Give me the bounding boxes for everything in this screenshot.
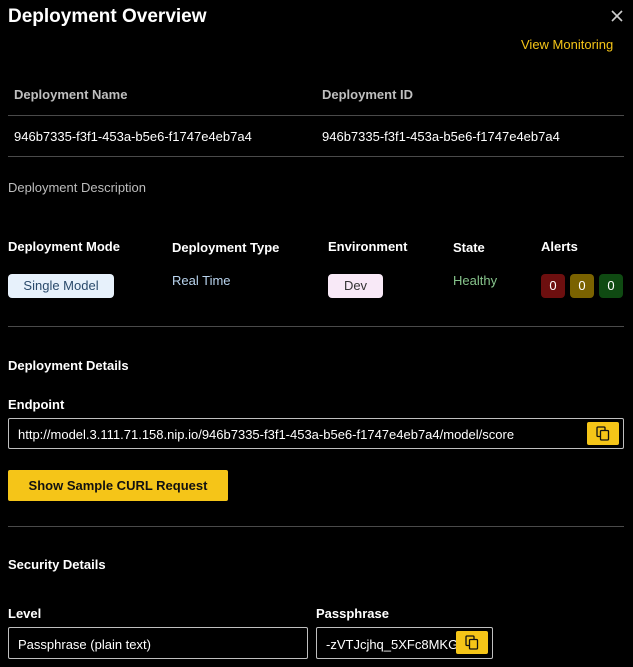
level-label: Level: [8, 606, 42, 621]
deployment-name-header: Deployment Name: [14, 87, 128, 102]
section-divider-2: [8, 526, 624, 527]
state-label: State: [453, 240, 485, 255]
copy-icon: [596, 426, 610, 441]
endpoint-value: http://model.3.111.71.158.nip.io/946b733…: [18, 427, 515, 442]
passphrase-value: -zVTJcjhq_5XFc8MKG: [326, 637, 459, 652]
section-divider: [8, 326, 624, 327]
deployment-type-value: Real Time: [172, 273, 231, 288]
alert-warning-badge[interactable]: 0: [570, 274, 594, 298]
deployment-name-cell: 946b7335-f3f1-453a-b5e6-f1747e4eb7a4: [14, 129, 252, 144]
deployment-id-header: Deployment ID: [322, 87, 414, 102]
deployment-mode-badge: Single Model: [8, 274, 114, 298]
deployment-details-title: Deployment Details: [8, 358, 129, 373]
deployment-type-label: Deployment Type: [172, 240, 280, 255]
deployment-description-label: Deployment Description: [8, 180, 147, 195]
alert-info-badge[interactable]: 0: [599, 274, 623, 298]
alerts-label: Alerts: [541, 239, 578, 254]
environment-label: Environment: [328, 239, 408, 254]
deployment-id-cell: 946b7335-f3f1-453a-b5e6-f1747e4eb7a4: [322, 129, 560, 144]
endpoint-copy-button[interactable]: [587, 422, 619, 445]
show-curl-request-button[interactable]: Show Sample CURL Request: [8, 470, 228, 501]
view-monitoring-link[interactable]: View Monitoring: [521, 37, 613, 52]
alert-critical-badge[interactable]: 0: [541, 274, 565, 298]
passphrase-copy-button[interactable]: [456, 631, 488, 654]
deployment-mode-label: Deployment Mode: [8, 239, 120, 254]
security-details-title: Security Details: [8, 557, 106, 572]
page-title: Deployment Overview: [8, 6, 207, 27]
state-value: Healthy: [453, 273, 498, 288]
endpoint-field[interactable]: http://model.3.111.71.158.nip.io/946b733…: [8, 418, 624, 449]
table-header-divider: [8, 115, 624, 116]
passphrase-label: Passphrase: [316, 606, 389, 621]
level-value: Passphrase (plain text): [18, 637, 151, 652]
table-row-divider: [8, 156, 624, 157]
close-icon[interactable]: [609, 8, 625, 24]
level-field[interactable]: Passphrase (plain text): [8, 627, 308, 659]
copy-icon: [465, 635, 479, 650]
endpoint-label: Endpoint: [8, 397, 65, 412]
environment-badge: Dev: [328, 274, 383, 298]
passphrase-field[interactable]: -zVTJcjhq_5XFc8MKG: [316, 627, 493, 659]
